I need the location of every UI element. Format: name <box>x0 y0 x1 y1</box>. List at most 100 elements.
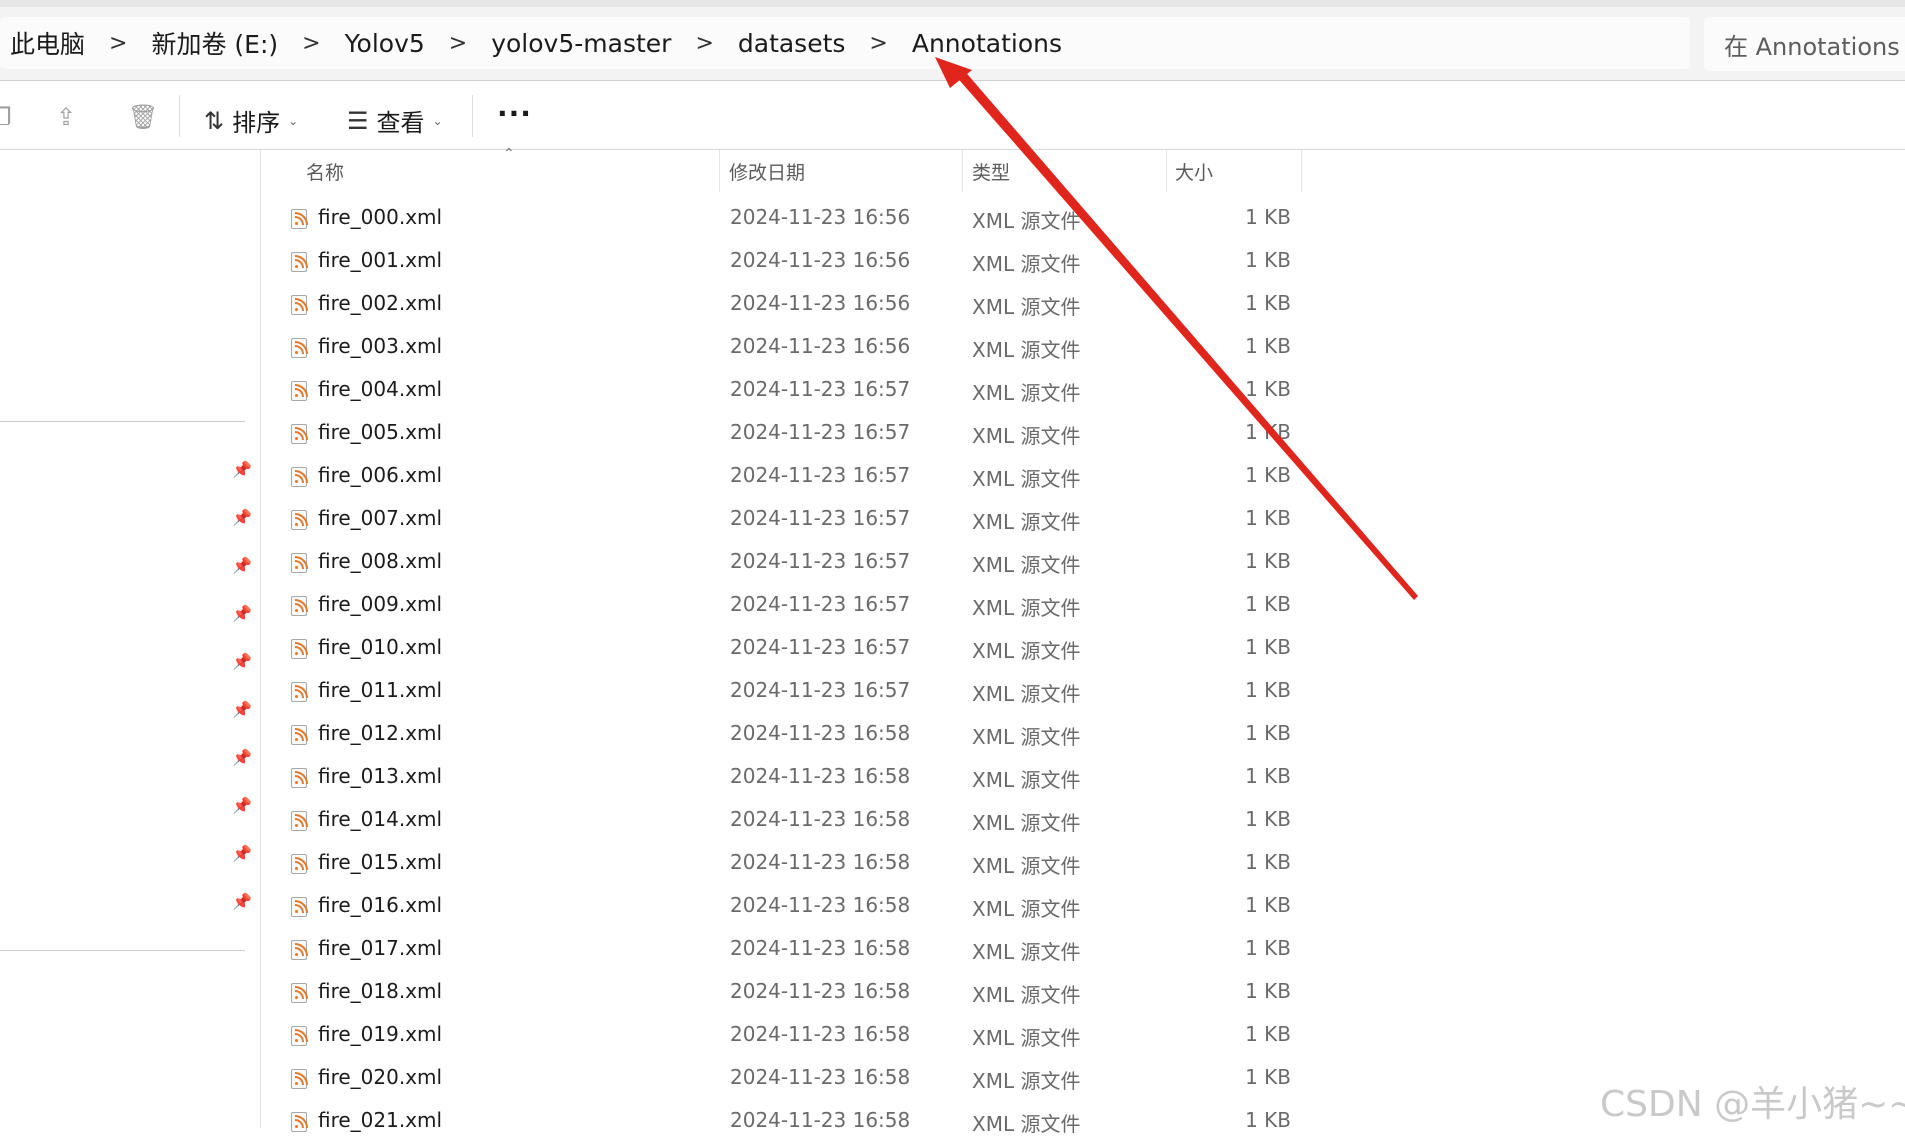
file-row[interactable]: fire_009.xml 2024-11-23 16:57 XML 源文件 1 KB <box>261 584 1301 627</box>
breadcrumb-annotations[interactable]: Annotations <box>908 29 1066 58</box>
column-header-type-label: 类型 <box>972 161 1011 184</box>
chevron-right-icon[interactable]: > <box>695 31 713 56</box>
column-header-name[interactable]: 名称 <box>306 150 706 192</box>
pin-icon[interactable]: 📌 <box>232 892 252 911</box>
file-size: 1 KB <box>1245 420 1291 444</box>
pin-icon[interactable]: 📌 <box>232 556 252 575</box>
file-type: XML 源文件 <box>972 897 1081 921</box>
file-date: 2024-11-23 16:58 <box>730 1108 911 1132</box>
pin-icon[interactable]: 📌 <box>232 748 252 767</box>
file-row[interactable]: fire_011.xml 2024-11-23 16:57 XML 源文件 1 KB <box>261 670 1301 713</box>
file-row[interactable]: fire_003.xml 2024-11-23 16:56 XML 源文件 1 KB <box>261 326 1301 369</box>
search-input[interactable]: 在 Annotations 中 <box>1704 17 1905 71</box>
file-type: XML 源文件 <box>972 639 1081 663</box>
file-row[interactable]: fire_019.xml 2024-11-23 16:58 XML 源文件 1 KB <box>261 1014 1301 1057</box>
column-divider[interactable] <box>1166 150 1167 192</box>
column-header-size-label: 大小 <box>1175 161 1214 184</box>
file-row[interactable]: fire_021.xml 2024-11-23 16:58 XML 源文件 1 KB <box>261 1100 1301 1143</box>
file-type: XML 源文件 <box>972 510 1081 534</box>
file-row[interactable]: fire_007.xml 2024-11-23 16:57 XML 源文件 1 KB <box>261 498 1301 541</box>
file-size: 1 KB <box>1245 549 1291 573</box>
file-name: fire_020.xml <box>318 1065 443 1089</box>
xml-file-icon <box>291 1112 308 1132</box>
search-placeholder: 在 Annotations 中 <box>1724 32 1905 61</box>
file-row[interactable]: fire_004.xml 2024-11-23 16:57 XML 源文件 1 KB <box>261 369 1301 412</box>
file-type: XML 源文件 <box>972 252 1081 276</box>
xml-file-icon <box>291 1026 308 1046</box>
sort-button[interactable]: ⇅ 排序 ⌄ <box>204 103 298 138</box>
file-date: 2024-11-23 16:58 <box>730 807 911 831</box>
file-date: 2024-11-23 16:57 <box>730 377 911 401</box>
column-divider[interactable] <box>962 150 963 192</box>
chevron-right-icon[interactable]: > <box>449 31 467 56</box>
xml-file-icon <box>291 381 308 401</box>
file-row[interactable]: fire_014.xml 2024-11-23 16:58 XML 源文件 1 KB <box>261 799 1301 842</box>
file-type: XML 源文件 <box>972 1069 1081 1093</box>
copy-icon[interactable]: ❐ <box>0 103 12 131</box>
column-divider[interactable] <box>1301 150 1302 192</box>
share-icon[interactable]: ⇪ <box>56 103 76 131</box>
file-row[interactable]: fire_018.xml 2024-11-23 16:58 XML 源文件 1 KB <box>261 971 1301 1014</box>
pin-icon[interactable]: 📌 <box>232 460 252 479</box>
column-divider[interactable] <box>719 150 720 192</box>
file-size: 1 KB <box>1245 377 1291 401</box>
xml-file-icon <box>291 467 308 487</box>
file-name: fire_007.xml <box>318 506 443 530</box>
file-type: XML 源文件 <box>972 940 1081 964</box>
file-row[interactable]: fire_002.xml 2024-11-23 16:56 XML 源文件 1 KB <box>261 283 1301 326</box>
sort-label: 排序 <box>232 109 281 137</box>
xml-file-icon <box>291 811 308 831</box>
file-date: 2024-11-23 16:56 <box>730 205 911 229</box>
chevron-right-icon[interactable]: > <box>869 31 887 56</box>
column-header-size[interactable]: 大小 <box>1175 150 1295 192</box>
file-row[interactable]: fire_020.xml 2024-11-23 16:58 XML 源文件 1 KB <box>261 1057 1301 1100</box>
file-row[interactable]: fire_008.xml 2024-11-23 16:57 XML 源文件 1 KB <box>261 541 1301 584</box>
file-date: 2024-11-23 16:58 <box>730 764 911 788</box>
xml-file-icon <box>291 338 308 358</box>
pin-icon[interactable]: 📌 <box>232 652 252 671</box>
view-button[interactable]: ☰ 查看 ⌄ <box>347 103 443 138</box>
navigation-pane[interactable]: 📌 📌 📌 📌 📌 📌 📌 📌 📌 📌 <box>0 150 261 1128</box>
file-row[interactable]: fire_012.xml 2024-11-23 16:58 XML 源文件 1 KB <box>261 713 1301 756</box>
breadcrumb-this-pc[interactable]: 此电脑 <box>6 25 89 61</box>
file-row[interactable]: fire_001.xml 2024-11-23 16:56 XML 源文件 1 KB <box>261 240 1301 283</box>
file-type: XML 源文件 <box>972 424 1081 448</box>
file-row[interactable]: fire_017.xml 2024-11-23 16:58 XML 源文件 1 KB <box>261 928 1301 971</box>
pin-icon[interactable]: 📌 <box>232 796 252 815</box>
pin-icon[interactable]: 📌 <box>232 604 252 623</box>
file-row[interactable]: fire_000.xml 2024-11-23 16:56 XML 源文件 1 KB <box>261 197 1301 240</box>
chevron-right-icon[interactable]: > <box>109 31 127 56</box>
file-row[interactable]: fire_010.xml 2024-11-23 16:57 XML 源文件 1 KB <box>261 627 1301 670</box>
delete-icon[interactable]: 🗑 <box>128 103 158 131</box>
file-name: fire_004.xml <box>318 377 443 401</box>
xml-file-icon <box>291 768 308 788</box>
column-header-date[interactable]: 修改日期 <box>729 150 959 192</box>
file-row[interactable]: fire_006.xml 2024-11-23 16:57 XML 源文件 1 KB <box>261 455 1301 498</box>
breadcrumb-yolov5[interactable]: Yolov5 <box>341 29 429 58</box>
pin-icon[interactable]: 📌 <box>232 508 252 527</box>
file-type: XML 源文件 <box>972 381 1081 405</box>
file-type: XML 源文件 <box>972 983 1081 1007</box>
file-size: 1 KB <box>1245 979 1291 1003</box>
pin-icon[interactable]: 📌 <box>232 700 252 719</box>
file-row[interactable]: fire_013.xml 2024-11-23 16:58 XML 源文件 1 KB <box>261 756 1301 799</box>
file-date: 2024-11-23 16:57 <box>730 592 911 616</box>
breadcrumb[interactable]: 此电脑 > 新加卷 (E:) > Yolov5 > yolov5-master … <box>0 17 1690 69</box>
xml-file-icon <box>291 295 308 315</box>
chevron-right-icon[interactable]: > <box>302 31 320 56</box>
nav-divider <box>0 421 245 422</box>
more-options-button[interactable]: ··· <box>497 97 532 130</box>
file-row[interactable]: fire_015.xml 2024-11-23 16:58 XML 源文件 1 KB <box>261 842 1301 885</box>
pin-icon[interactable]: 📌 <box>232 844 252 863</box>
file-date: 2024-11-23 16:58 <box>730 936 911 960</box>
file-size: 1 KB <box>1245 721 1291 745</box>
breadcrumb-drive-e[interactable]: 新加卷 (E:) <box>147 25 282 61</box>
breadcrumb-yolov5-master[interactable]: yolov5-master <box>487 29 675 58</box>
file-row[interactable]: fire_016.xml 2024-11-23 16:58 XML 源文件 1 KB <box>261 885 1301 928</box>
file-name: fire_008.xml <box>318 549 443 573</box>
xml-file-icon <box>291 854 308 874</box>
file-name: fire_018.xml <box>318 979 443 1003</box>
breadcrumb-datasets[interactable]: datasets <box>734 29 850 58</box>
column-header-type[interactable]: 类型 <box>972 150 1162 192</box>
file-row[interactable]: fire_005.xml 2024-11-23 16:57 XML 源文件 1 KB <box>261 412 1301 455</box>
